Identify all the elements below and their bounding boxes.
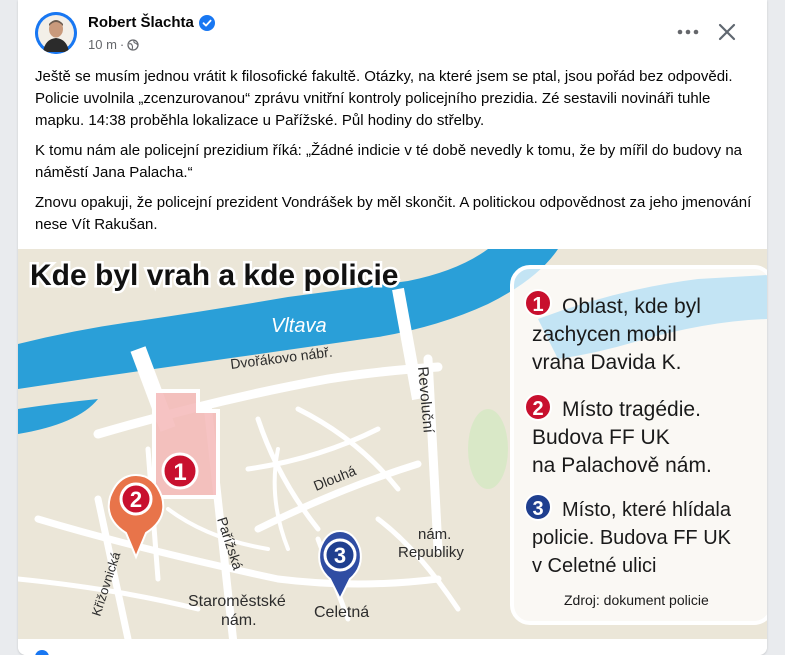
verified-badge-icon	[198, 14, 215, 31]
post-text: Ještě se musím jednou vrátit k filosofic…	[35, 66, 755, 244]
post-header: Robert Šlachta 10 m ·	[18, 0, 767, 60]
close-icon	[718, 23, 736, 41]
svg-text:1: 1	[173, 459, 186, 486]
legend-2-line-1: Místo tragédie.	[562, 398, 701, 421]
legend-1-line-2: zachycen mobil	[532, 323, 677, 346]
post-footer	[18, 639, 767, 655]
svg-text:2: 2	[130, 487, 142, 512]
globe-icon	[127, 38, 139, 51]
close-button[interactable]	[711, 16, 743, 48]
meta-separator: ·	[119, 37, 125, 52]
more-options-button[interactable]	[672, 16, 704, 48]
author-name[interactable]: Robert Šlachta	[88, 14, 215, 31]
map-source: Zdroj: dokument policie	[564, 592, 709, 608]
street-label-celetna: Celetná	[314, 604, 369, 621]
map-title: Kde byl vrah a kde policie	[30, 259, 398, 292]
legend-2-line-3: na Palachově nám.	[532, 454, 712, 477]
svg-text:3: 3	[334, 543, 346, 568]
river-label: Vltava	[271, 315, 327, 337]
legend-3-line-3: v Celetné ulici	[532, 555, 657, 577]
post-card: Robert Šlachta 10 m · Ještě se musím jed…	[18, 0, 767, 655]
street-label-staromestske-2: nám.	[221, 612, 257, 629]
street-label-staromestske-1: Staroměstské	[188, 593, 286, 610]
map-marker-1: 1	[161, 452, 199, 490]
street-label-namesti-republiky-1: nám.	[418, 526, 451, 543]
post-image-map[interactable]: Kde byl vrah a kde policie Vltava Dvořák…	[18, 249, 767, 639]
author-name-text[interactable]: Robert Šlachta	[88, 14, 194, 31]
more-options-icon	[677, 29, 699, 35]
post-time[interactable]: 10 m	[88, 37, 117, 52]
legend-1-number: 1	[532, 294, 543, 316]
post-meta: 10 m ·	[88, 37, 139, 52]
legend-1-line-1: Oblast, kde byl	[562, 295, 701, 318]
post-paragraph-1: Ještě se musím jednou vrátit k filosofic…	[35, 68, 733, 129]
legend-2-line-2: Budova FF UK	[532, 426, 670, 449]
legend-3-line-2: policie. Budova FF UK	[532, 527, 732, 549]
map-legend: 1 Oblast, kde byl zachycen mobil vraha D…	[510, 265, 767, 625]
legend-2-number: 2	[532, 398, 543, 420]
legend-3-line-1: Místo, které hlídala	[562, 499, 732, 521]
avatar[interactable]	[35, 12, 77, 54]
legend-1-line-3: vraha Davida K.	[532, 351, 681, 374]
legend-3-number: 3	[532, 498, 543, 520]
post-paragraph-2: K tomu nám ale policejní prezidium říká:…	[35, 142, 743, 181]
street-label-namesti-republiky-2: Republiky	[398, 544, 464, 561]
post-paragraph-3: Znovu opakuji, že policejní prezident Vo…	[35, 194, 752, 233]
